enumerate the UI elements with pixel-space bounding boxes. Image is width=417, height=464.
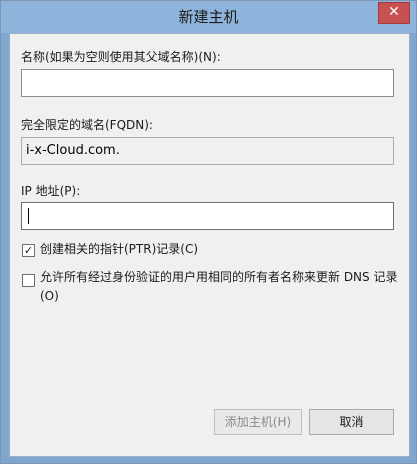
fqdn-label: 完全限定的域名(FQDN): [21, 118, 153, 132]
cancel-button[interactable]: 取消 [309, 409, 394, 435]
title-bar[interactable]: 新建主机 ✕ [1, 1, 416, 33]
ptr-checkbox[interactable]: ✓ [22, 244, 35, 257]
ip-address-input[interactable] [21, 202, 394, 230]
fqdn-field: i-x-Cloud.com. [21, 137, 394, 165]
dialog-title: 新建主机 [178, 8, 239, 26]
dialog-body: 名称(如果为空则使用其父域名称)(N): 完全限定的域名(FQDN): i-x-… [9, 33, 410, 457]
dialog-window: 新建主机 ✕ 名称(如果为空则使用其父域名称)(N): 完全限定的域名(FQDN… [0, 0, 417, 464]
ptr-checkbox-label[interactable]: 创建相关的指针(PTR)记录(C) [40, 240, 198, 259]
update-checkbox[interactable] [22, 274, 35, 287]
add-host-button[interactable]: 添加主机(H) [214, 409, 302, 435]
checkmark-icon: ✓ [23, 244, 34, 257]
close-icon: ✕ [388, 4, 400, 20]
close-button[interactable]: ✕ [378, 2, 410, 24]
name-label: 名称(如果为空则使用其父域名称)(N): [21, 50, 221, 64]
ip-label: IP 地址(P): [21, 184, 81, 198]
text-caret [28, 208, 29, 224]
name-input[interactable] [21, 69, 394, 97]
update-checkbox-label[interactable]: 允许所有经过身份验证的用户用相同的所有者名称来更新 DNS 记录(O) [40, 268, 398, 306]
